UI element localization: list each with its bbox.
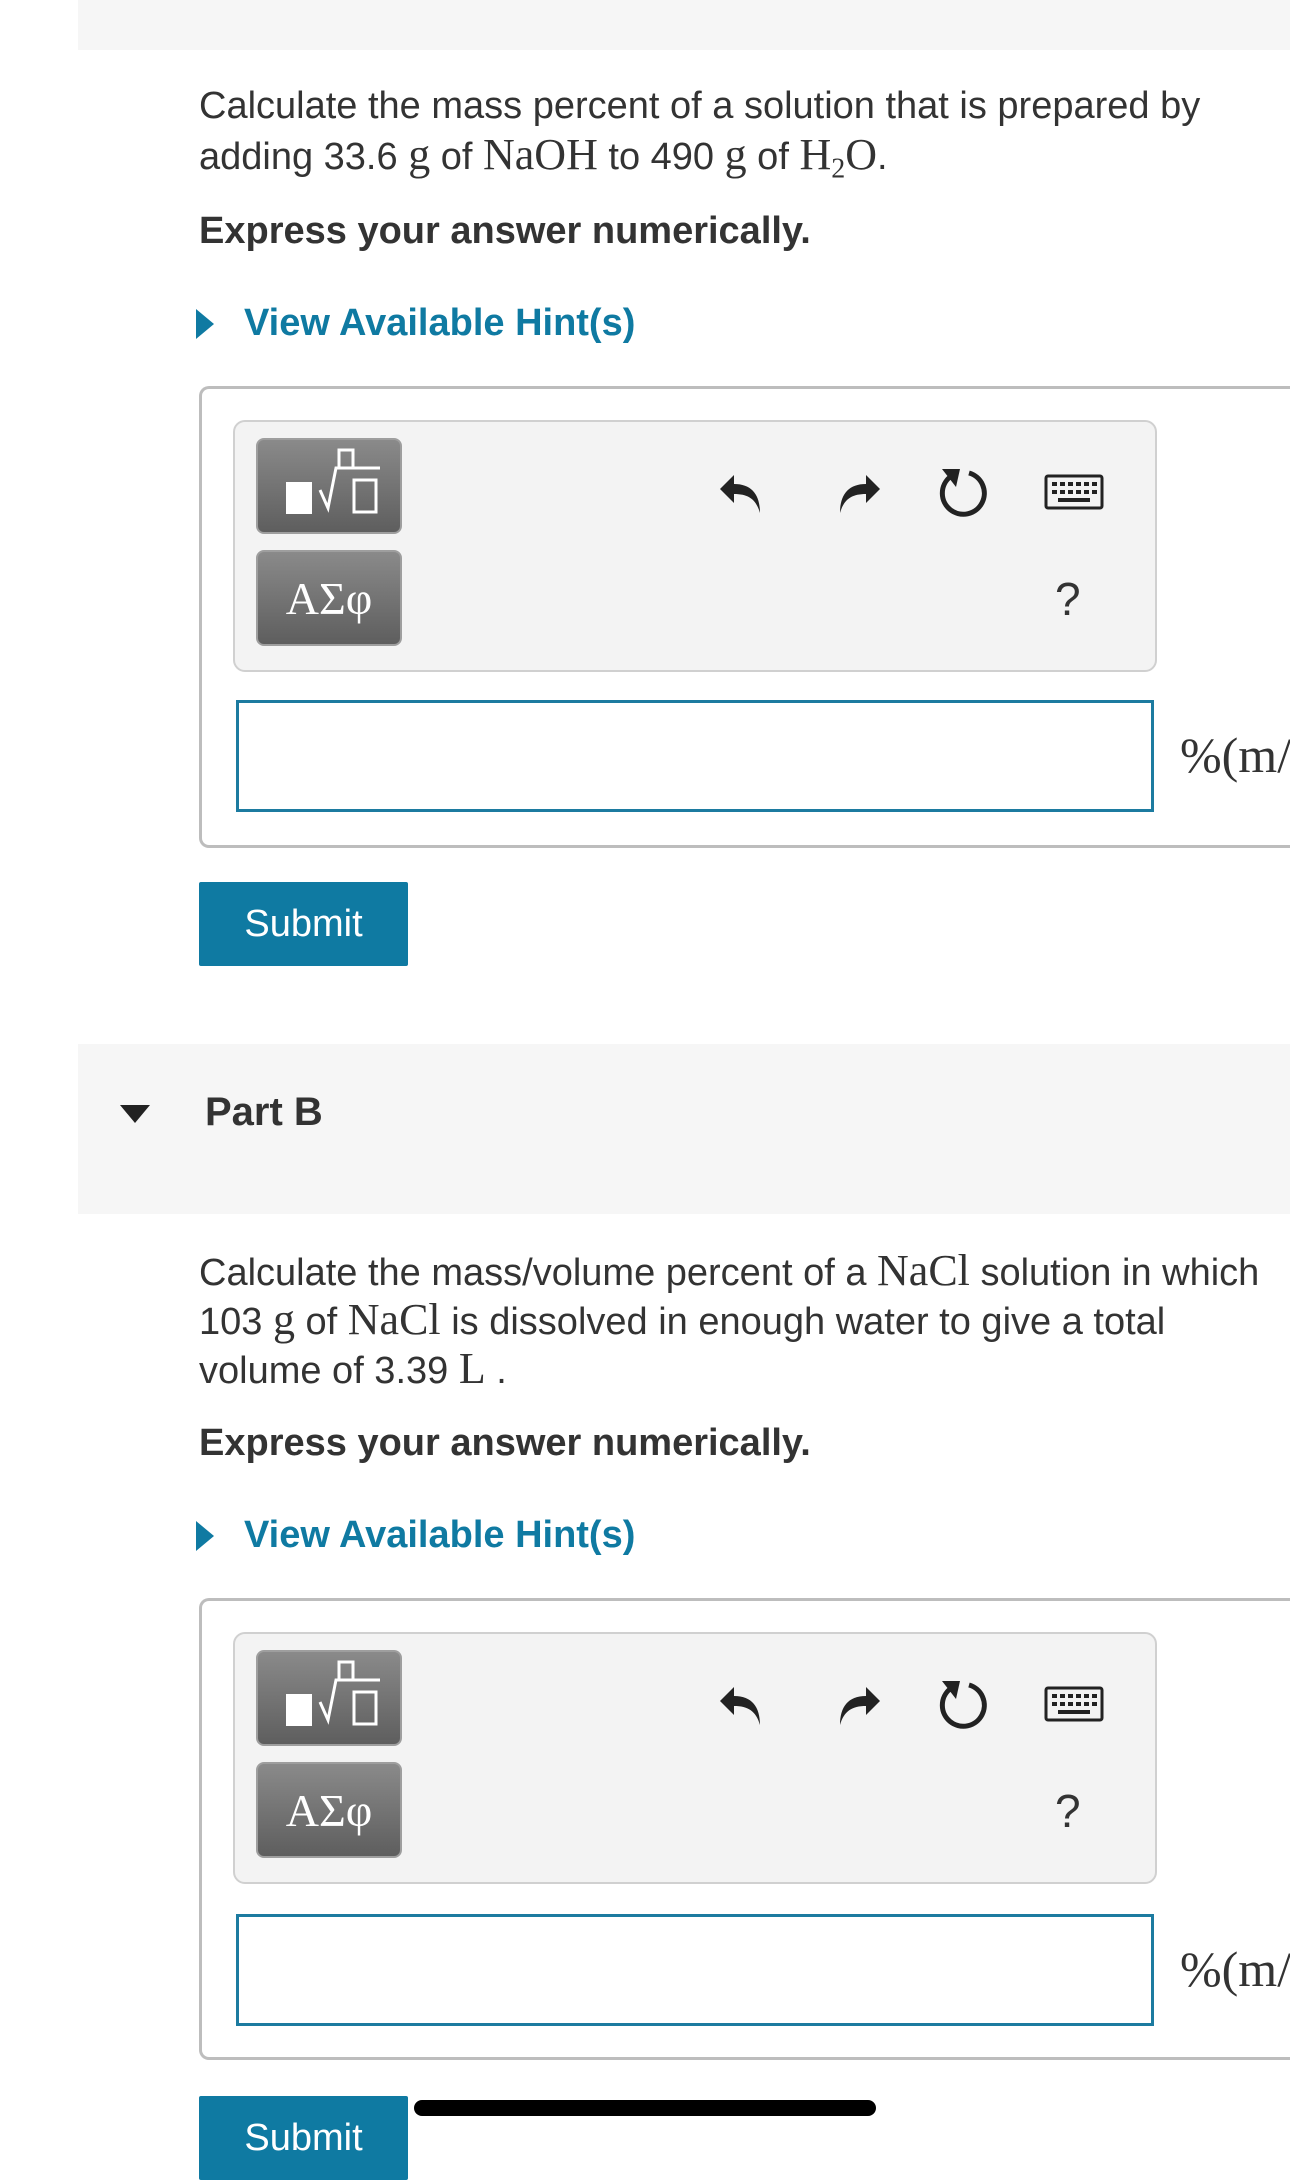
keyboard-icon[interactable] (1043, 464, 1105, 520)
part-b-hint-link[interactable]: View Available Hint(s) (196, 1514, 635, 1557)
home-indicator[interactable] (414, 2100, 876, 2116)
part-a-question-line1: Calculate the mass percent of a solution… (199, 85, 1201, 127)
part-b-question-line2: 103 g of NaCl is dissolved in enough wat… (199, 1295, 1166, 1344)
part-b-math-toolbar: ΑΣφ ? (233, 1632, 1157, 1884)
templates-icon (270, 1658, 388, 1739)
part-a-submit-button[interactable]: Submit (199, 882, 408, 966)
help-button[interactable]: ? (1055, 1784, 1081, 1838)
part-a-units: %(m/ (1180, 727, 1290, 783)
part-a-hint-link[interactable]: View Available Hint(s) (196, 302, 635, 345)
part-b-submit-button[interactable]: Submit (199, 2096, 408, 2180)
caret-right-icon (196, 1520, 214, 1551)
redo-icon[interactable] (829, 464, 885, 520)
part-b-label: Part B (205, 1090, 323, 1134)
greek-symbols-button[interactable]: ΑΣφ (256, 1762, 402, 1858)
help-button[interactable]: ? (1055, 572, 1081, 626)
templates-button[interactable] (256, 438, 402, 534)
part-b-units: %(m/ (1180, 1941, 1290, 1997)
hint-label: View Available Hint(s) (244, 302, 636, 344)
part-b-instruction: Express your answer numerically. (199, 1422, 811, 1464)
caret-down-icon[interactable] (120, 1105, 150, 1123)
part-b-answer-input[interactable] (236, 1914, 1154, 2026)
reset-icon[interactable] (935, 464, 991, 520)
part-a-question-line2: adding 33.6 g of NaOH to 490 g of H2O. (199, 130, 888, 185)
undo-icon[interactable] (715, 1676, 771, 1732)
templates-button[interactable] (256, 1650, 402, 1746)
redo-icon[interactable] (829, 1676, 885, 1732)
caret-right-icon (196, 308, 214, 339)
part-b-question-line1: Calculate the mass/volume percent of a N… (199, 1246, 1260, 1295)
part-a-instruction: Express your answer numerically. (199, 210, 811, 252)
previous-section-band (78, 0, 1290, 50)
keyboard-icon[interactable] (1043, 1676, 1105, 1732)
part-b-question-line3: volume of 3.39 L . (199, 1344, 507, 1393)
hint-label: View Available Hint(s) (244, 1514, 636, 1556)
templates-icon (270, 446, 388, 527)
part-a-answer-input[interactable] (236, 700, 1154, 812)
part-a-math-toolbar: ΑΣφ ? (233, 420, 1157, 672)
greek-symbols-button[interactable]: ΑΣφ (256, 550, 402, 646)
undo-icon[interactable] (715, 464, 771, 520)
reset-icon[interactable] (935, 1676, 991, 1732)
